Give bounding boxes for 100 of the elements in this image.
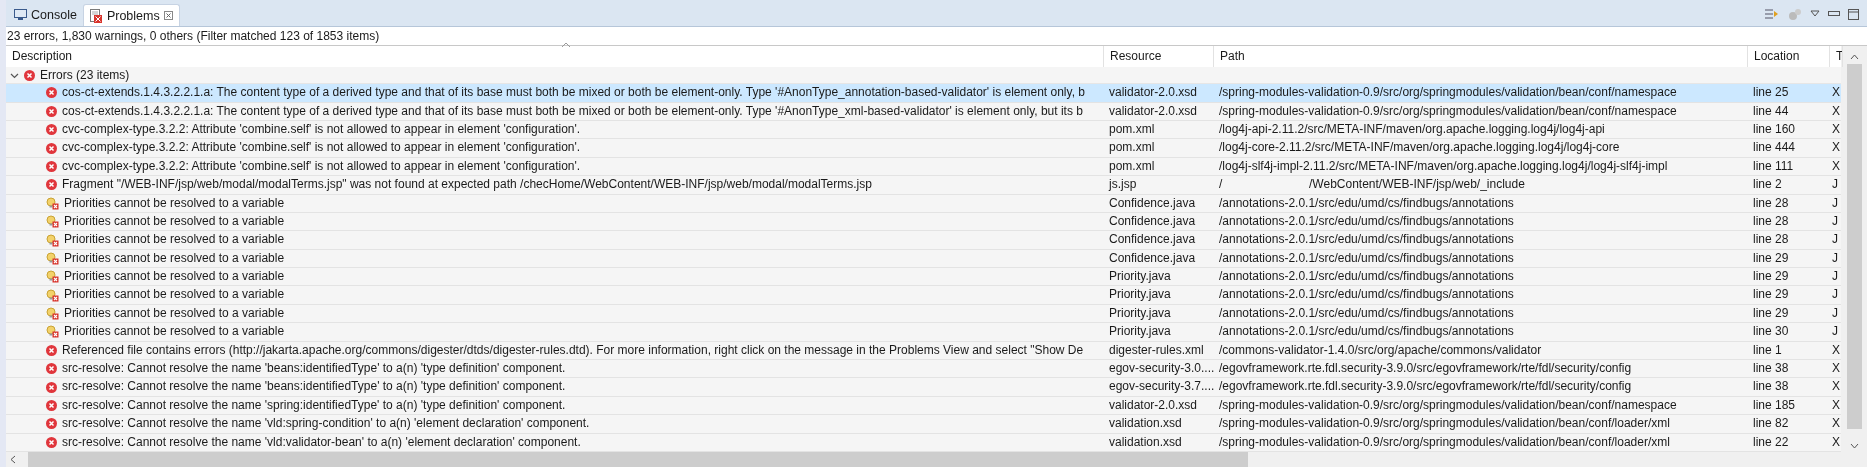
location-cell-text: line 25 <box>1752 84 1790 102</box>
lightbulb-error-icon <box>46 270 59 284</box>
type-cell-text: J <box>1831 212 1839 230</box>
path-cell-text: /log4j-core-2.11.2/src/META-INF/maven/org.apache.logging.log4j/log4j-core <box>1218 139 1621 157</box>
path-cell-text: /annotations-2.0.1/src/edu/umd/cs/findbugs/annotations <box>1218 194 1515 212</box>
group-label[interactable]: Errors (23 items) <box>40 68 130 83</box>
path-cell-text: /egovframework.rte.fdl.security-3.9.0/src/egovframework/rte/fdl/security/config <box>1218 378 1633 396</box>
path-cell-text: /spring-modules-validation-0.9/src/org/springmodules/validation/bean/conf/namespace <box>1218 396 1678 414</box>
location-cell-text: line 2 <box>1752 176 1783 194</box>
location-cell-text: line 29 <box>1752 268 1790 286</box>
problem-row[interactable] <box>6 378 1841 397</box>
resource-cell-text: digester-rules.xml <box>1108 341 1205 359</box>
lightbulb-error-icon <box>46 288 59 302</box>
path-cell-text: /annotations-2.0.1/src/edu/umd/cs/findbugs/annotations <box>1218 304 1515 322</box>
column-header[interactable]: Description <box>6 46 1104 67</box>
description-cell: Fragment "/WEB-INF/jsp/web/modal/modalTerms.jsp" was not found at expected path /checHome/WebContent/WEB-INF/jsp/web/modal/modalTerms.jsp <box>62 176 872 194</box>
location-cell-text: line 444 <box>1752 139 1797 157</box>
view-tab[interactable]: Console <box>8 4 83 26</box>
location-cell-text: line 185 <box>1752 396 1797 414</box>
location-cell-text: line 28 <box>1752 212 1790 230</box>
type-cell-text: J <box>1831 231 1839 249</box>
resource-cell-text: egov-security-3.0.... <box>1108 360 1214 378</box>
error-icon <box>46 381 57 393</box>
problem-row[interactable]: Priorities cannot be resolved to a variable Priority.java /annotations-2.0.1/src/edu/umd/cs/findbugs/annotations line 29 J <box>6 268 1841 287</box>
type-cell-text: X <box>1831 84 1841 102</box>
error-icon <box>46 436 57 448</box>
description-cell: Priorities cannot be resolved to a variable <box>64 268 285 286</box>
lightbulb-error-icon <box>46 251 59 265</box>
location-cell-text: line 44 <box>1752 102 1790 120</box>
location-cell-text: line 29 <box>1752 286 1790 304</box>
resource-cell-text: Priority.java <box>1108 286 1172 304</box>
type-cell-text: J <box>1831 304 1839 322</box>
resource-cell-text: Confidence.java <box>1108 231 1197 249</box>
problem-row[interactable] <box>6 84 1841 103</box>
view-tab[interactable]: Problems <box>82 4 180 26</box>
type-cell-text: J <box>1831 286 1839 304</box>
resource-cell-text: js.jsp <box>1107 176 1138 194</box>
maximize-icon[interactable] <box>1848 8 1859 20</box>
location-cell-text: line 29 <box>1752 249 1790 267</box>
description-cell: Priorities cannot be resolved to a variable <box>64 231 285 249</box>
close-icon[interactable] <box>163 11 173 20</box>
resource-cell-text: pom.xml <box>1108 157 1156 175</box>
minimize-icon[interactable] <box>1828 11 1840 17</box>
location-cell-text: line 29 <box>1752 304 1790 322</box>
type-cell-text: X <box>1831 157 1841 175</box>
problem-row[interactable]: Fragment "/WEB-INF/jsp/web/modal/modalTerms.jsp" was not found at expected path /checHome/WebContent/WEB-INF/jsp/web/modal/modalTerms.jsp js.jsp / /WebContent/WEB-INF/jsp/web/_include line 2 J <box>6 176 1841 195</box>
scroll-left-icon[interactable] <box>10 455 16 464</box>
vertical-scrollbar[interactable] <box>1841 46 1867 467</box>
description-cell: cos-ct-extends.1.4.3.2.2.1.a: The content type of a derived type and that of its base must both be mixed or both be element-only. Type '#AnonType_xml-based-validator' is element only, but its b <box>62 102 1083 120</box>
description-cell: src-resolve: Cannot resolve the name 'beans:identifiedType' to a(n) 'type definition' component. <box>62 378 566 396</box>
resource-cell-text: Priority.java <box>1108 268 1172 286</box>
problem-row[interactable] <box>6 360 1841 379</box>
path-cell-text: /annotations-2.0.1/src/edu/umd/cs/findbugs/annotations <box>1218 268 1515 286</box>
type-cell-text: X <box>1831 102 1841 120</box>
problem-row[interactable]: Priorities cannot be resolved to a variable Priority.java /annotations-2.0.1/src/edu/umd/cs/findbugs/annotations line 30 J <box>6 323 1841 342</box>
column-header[interactable]: Resource <box>1104 46 1214 67</box>
location-cell-text: line 82 <box>1752 415 1790 433</box>
path-cell-text: /annotations-2.0.1/src/edu/umd/cs/findbugs/annotations <box>1218 212 1515 230</box>
type-cell-text: X <box>1831 341 1841 359</box>
resource-cell-text: Priority.java <box>1108 323 1172 341</box>
path-cell-text: /annotations-2.0.1/src/edu/umd/cs/findbugs/annotations <box>1218 286 1515 304</box>
resource-cell-text: validation.xsd <box>1108 433 1183 451</box>
error-icon <box>46 363 57 375</box>
description-cell: cvc-complex-type.3.2.2: Attribute 'combine.self' is not allowed to appear in element 'configuration'. <box>62 139 581 157</box>
horizontal-scrollbar[interactable] <box>6 452 1841 467</box>
type-cell-text: J <box>1831 176 1839 194</box>
description-cell: Priorities cannot be resolved to a variable <box>64 286 285 304</box>
resource-cell-text: Confidence.java <box>1108 212 1197 230</box>
problem-row[interactable]: Priorities cannot be resolved to a variable Confidence.java /annotations-2.0.1/src/edu/umd/cs/findbugs/annotations line 28 J <box>6 231 1841 250</box>
description-cell: Priorities cannot be resolved to a variable <box>64 194 285 212</box>
problem-row[interactable]: Priorities cannot be resolved to a variable Priority.java /annotations-2.0.1/src/edu/umd/cs/findbugs/annotations line 29 J <box>6 286 1841 305</box>
error-icon <box>46 124 57 136</box>
path-cell-text: /log4j-api-2.11.2/src/META-INF/maven/org.apache.logging.log4j/log4j-api <box>1218 120 1606 138</box>
path-cell-text: /commons-validator-1.4.0/src/org/apache/commons/validator <box>1218 341 1543 359</box>
type-cell-text: X <box>1831 139 1841 157</box>
scroll-up-icon[interactable] <box>1849 54 1859 60</box>
resource-cell-text: validation.xsd <box>1108 415 1183 433</box>
location-cell-text: line 28 <box>1752 194 1790 212</box>
location-cell-text: line 28 <box>1752 231 1790 249</box>
location-cell-text: line 1 <box>1752 341 1783 359</box>
location-cell-text: line 38 <box>1752 360 1790 378</box>
error-icon <box>46 400 57 411</box>
path-cell-text: /annotations-2.0.1/src/edu/umd/cs/findbugs/annotations <box>1218 231 1515 249</box>
column-header[interactable]: Path <box>1214 46 1748 67</box>
path-cell-text: /spring-modules-validation-0.9/src/org/springmodules/validation/bean/conf/loader/xml <box>1218 433 1671 451</box>
error-icon <box>46 160 57 172</box>
location-cell-text: line 111 <box>1752 157 1795 175</box>
dropdown-icon[interactable] <box>1810 10 1820 18</box>
location-cell-text: line 22 <box>1752 433 1790 451</box>
error-icon <box>46 418 57 430</box>
type-cell-text: J <box>1831 323 1839 341</box>
problem-row[interactable]: cvc-complex-type.3.2.2: Attribute 'combine.self' is not allowed to appear in element 'configuration'. pom.xml /log4j-core-2.11.2/src/META-INF/maven/org.apache.logging.log4j/log4j-core line 444 X <box>6 139 1841 158</box>
column-header[interactable]: Location <box>1748 46 1830 67</box>
path-cell-text: / /WebContent/WEB-INF/jsp/web/_include <box>1218 176 1526 194</box>
problem-row[interactable] <box>6 415 1841 434</box>
resource-cell-text: Confidence.java <box>1108 249 1197 267</box>
lightbulb-error-icon <box>46 325 59 339</box>
sort-caret-icon <box>561 42 571 48</box>
scroll-down-icon[interactable] <box>1849 443 1859 449</box>
type-cell-text: J <box>1831 249 1839 267</box>
